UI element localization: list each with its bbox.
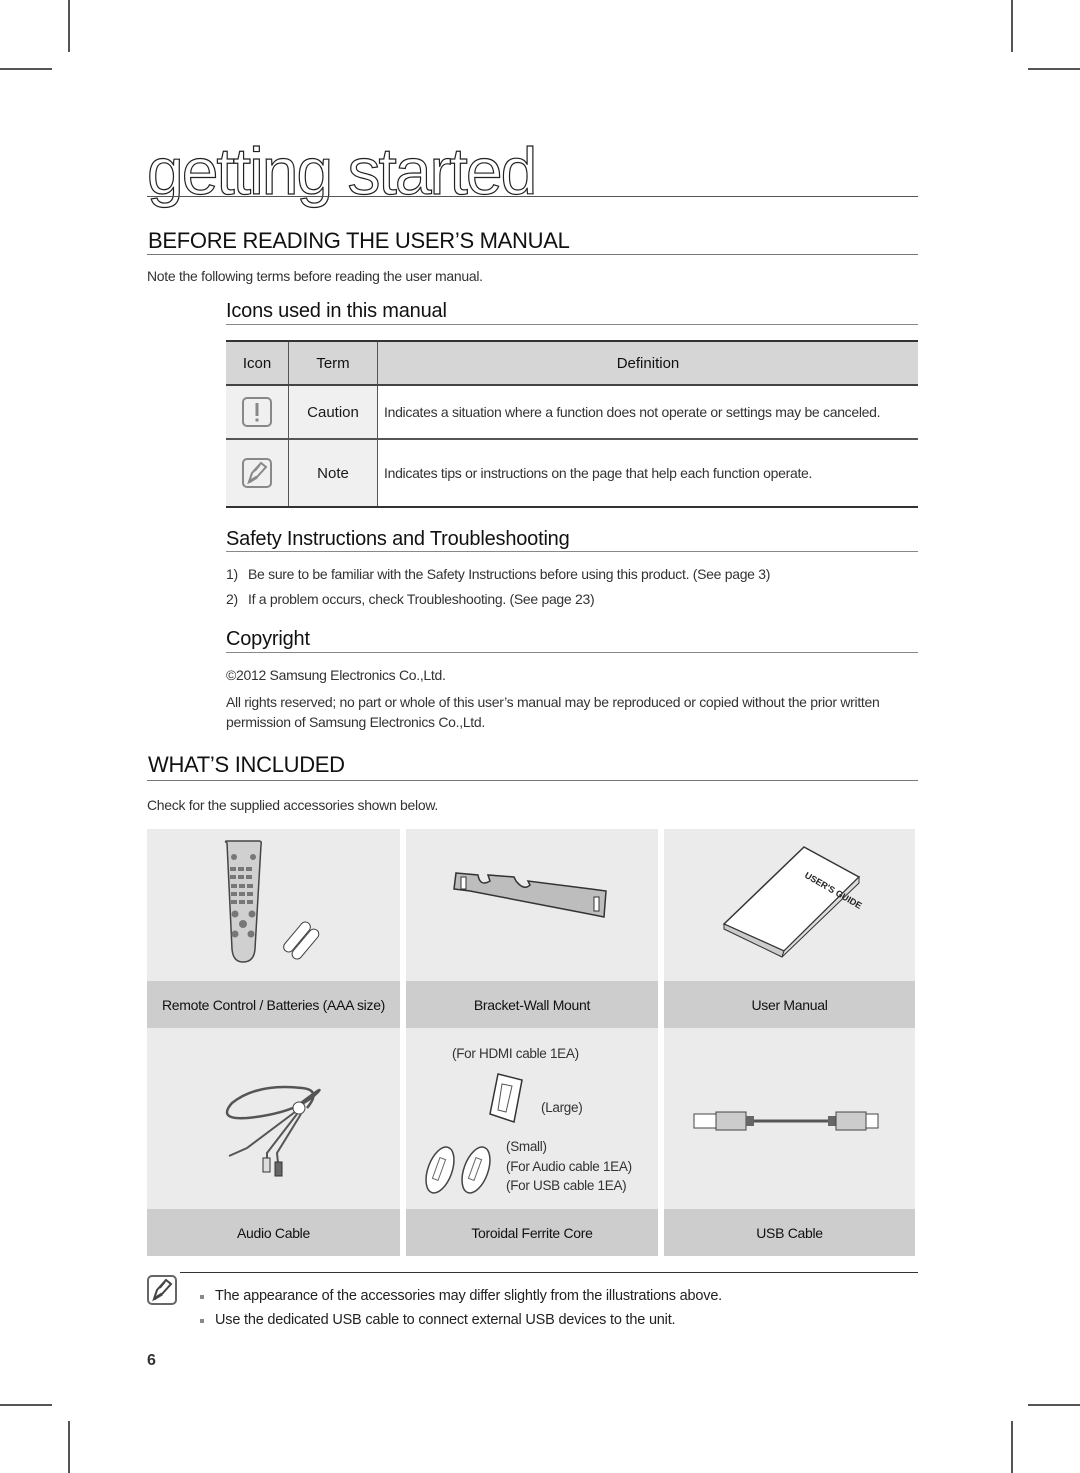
subheading-rule bbox=[226, 324, 918, 325]
crop-mark bbox=[1028, 1404, 1080, 1406]
column-header-term: Term bbox=[288, 341, 378, 386]
ferrite-hdmi-note: (For HDMI cable 1EA) bbox=[452, 1046, 579, 1061]
accessory-cell bbox=[406, 829, 658, 981]
note-item: The appearance of the accessories may di… bbox=[200, 1288, 722, 1304]
accessory-cell bbox=[664, 1028, 915, 1209]
definition-note: Indicates tips or instructions on the pa… bbox=[377, 439, 918, 507]
crop-mark bbox=[1011, 0, 1013, 52]
list-item: 2) If a problem occurs, check Troublesho… bbox=[226, 591, 595, 607]
crop-mark bbox=[68, 0, 70, 52]
accessory-label: Bracket-Wall Mount bbox=[406, 981, 658, 1028]
accessory-label: Audio Cable bbox=[147, 1209, 400, 1256]
accessory-cell bbox=[147, 829, 400, 981]
accessory-label: USB Cable bbox=[664, 1209, 915, 1256]
column-header-icon: Icon bbox=[226, 341, 289, 386]
accessories-grid: USER'S GUIDE Remote Control / Batteries … bbox=[147, 829, 915, 1256]
definition-caution: Indicates a situation where a function d… bbox=[377, 385, 918, 440]
subheading-rule bbox=[226, 551, 918, 552]
subheading-icons: Icons used in this manual bbox=[226, 300, 447, 322]
column-header-definition: Definition bbox=[377, 341, 918, 386]
subheading-copyright: Copyright bbox=[226, 628, 310, 650]
crop-mark bbox=[1011, 1421, 1013, 1473]
table-row: Note Indicates tips or instructions on t… bbox=[226, 439, 918, 507]
whats-included-intro: Check for the supplied accessories shown… bbox=[147, 797, 438, 813]
copyright-notice: All rights reserved; no part or whole of… bbox=[226, 694, 880, 730]
table-header-row: Icon Term Definition bbox=[226, 341, 918, 386]
section-heading-whats-included: WHAT’S INCLUDED bbox=[148, 752, 345, 777]
wall-bracket-illustration bbox=[453, 872, 607, 918]
note-icon bbox=[242, 458, 272, 488]
subheading-safety: Safety Instructions and Troubleshooting bbox=[226, 528, 570, 550]
crop-mark bbox=[0, 1404, 52, 1406]
caution-icon bbox=[242, 397, 272, 427]
title-rule bbox=[147, 196, 918, 197]
ferrite-audio-note: (For Audio cable 1EA) bbox=[506, 1159, 632, 1174]
ferrite-small-label: (Small) bbox=[506, 1139, 547, 1154]
accessory-cell: USER'S GUIDE bbox=[664, 829, 915, 981]
usb-cable-illustration bbox=[693, 1111, 879, 1131]
subheading-rule bbox=[226, 652, 918, 653]
table-row: Caution Indicates a situation where a fu… bbox=[226, 385, 918, 440]
section-heading-before-reading: BEFORE READING THE USER’S MANUAL bbox=[148, 228, 570, 253]
page-title: getting started bbox=[146, 134, 537, 208]
before-reading-intro: Note the following terms before reading … bbox=[147, 268, 483, 284]
ferrite-core-large-icon bbox=[489, 1073, 523, 1123]
ferrite-large-label: (Large) bbox=[541, 1100, 583, 1115]
note-item: Use the dedicated USB cable to connect e… bbox=[200, 1312, 676, 1328]
ferrite-usb-note: (For USB cable 1EA) bbox=[506, 1178, 627, 1193]
accessory-label: Remote Control / Batteries (AAA size) bbox=[147, 981, 400, 1028]
remote-control-illustration bbox=[224, 840, 320, 963]
ferrite-core-small-icon bbox=[425, 1146, 491, 1194]
audio-cable-illustration bbox=[225, 1085, 321, 1177]
section-rule bbox=[147, 780, 918, 781]
page-number: 6 bbox=[147, 1352, 156, 1369]
accessory-cell bbox=[147, 1028, 400, 1209]
crop-mark bbox=[68, 1421, 70, 1473]
crop-mark bbox=[0, 68, 52, 70]
copyright-line: ©2012 Samsung Electronics Co.,Ltd. bbox=[226, 667, 446, 683]
accessory-label: User Manual bbox=[664, 981, 915, 1028]
list-item: 1) Be sure to be familiar with the Safet… bbox=[226, 566, 771, 582]
term-caution: Caution bbox=[288, 385, 378, 440]
accessory-label: Toroidal Ferrite Core bbox=[406, 1209, 658, 1256]
accessory-cell: (For HDMI cable 1EA) (Large) (Small) (Fo… bbox=[406, 1028, 658, 1209]
note-icon bbox=[147, 1275, 177, 1305]
section-rule bbox=[147, 254, 918, 255]
note-rule bbox=[180, 1272, 918, 1273]
term-note: Note bbox=[288, 439, 378, 507]
user-manual-illustration: USER'S GUIDE bbox=[722, 846, 864, 958]
icons-table: Icon Term Definition Caution Indicates a… bbox=[226, 340, 918, 508]
crop-mark bbox=[1028, 68, 1080, 70]
